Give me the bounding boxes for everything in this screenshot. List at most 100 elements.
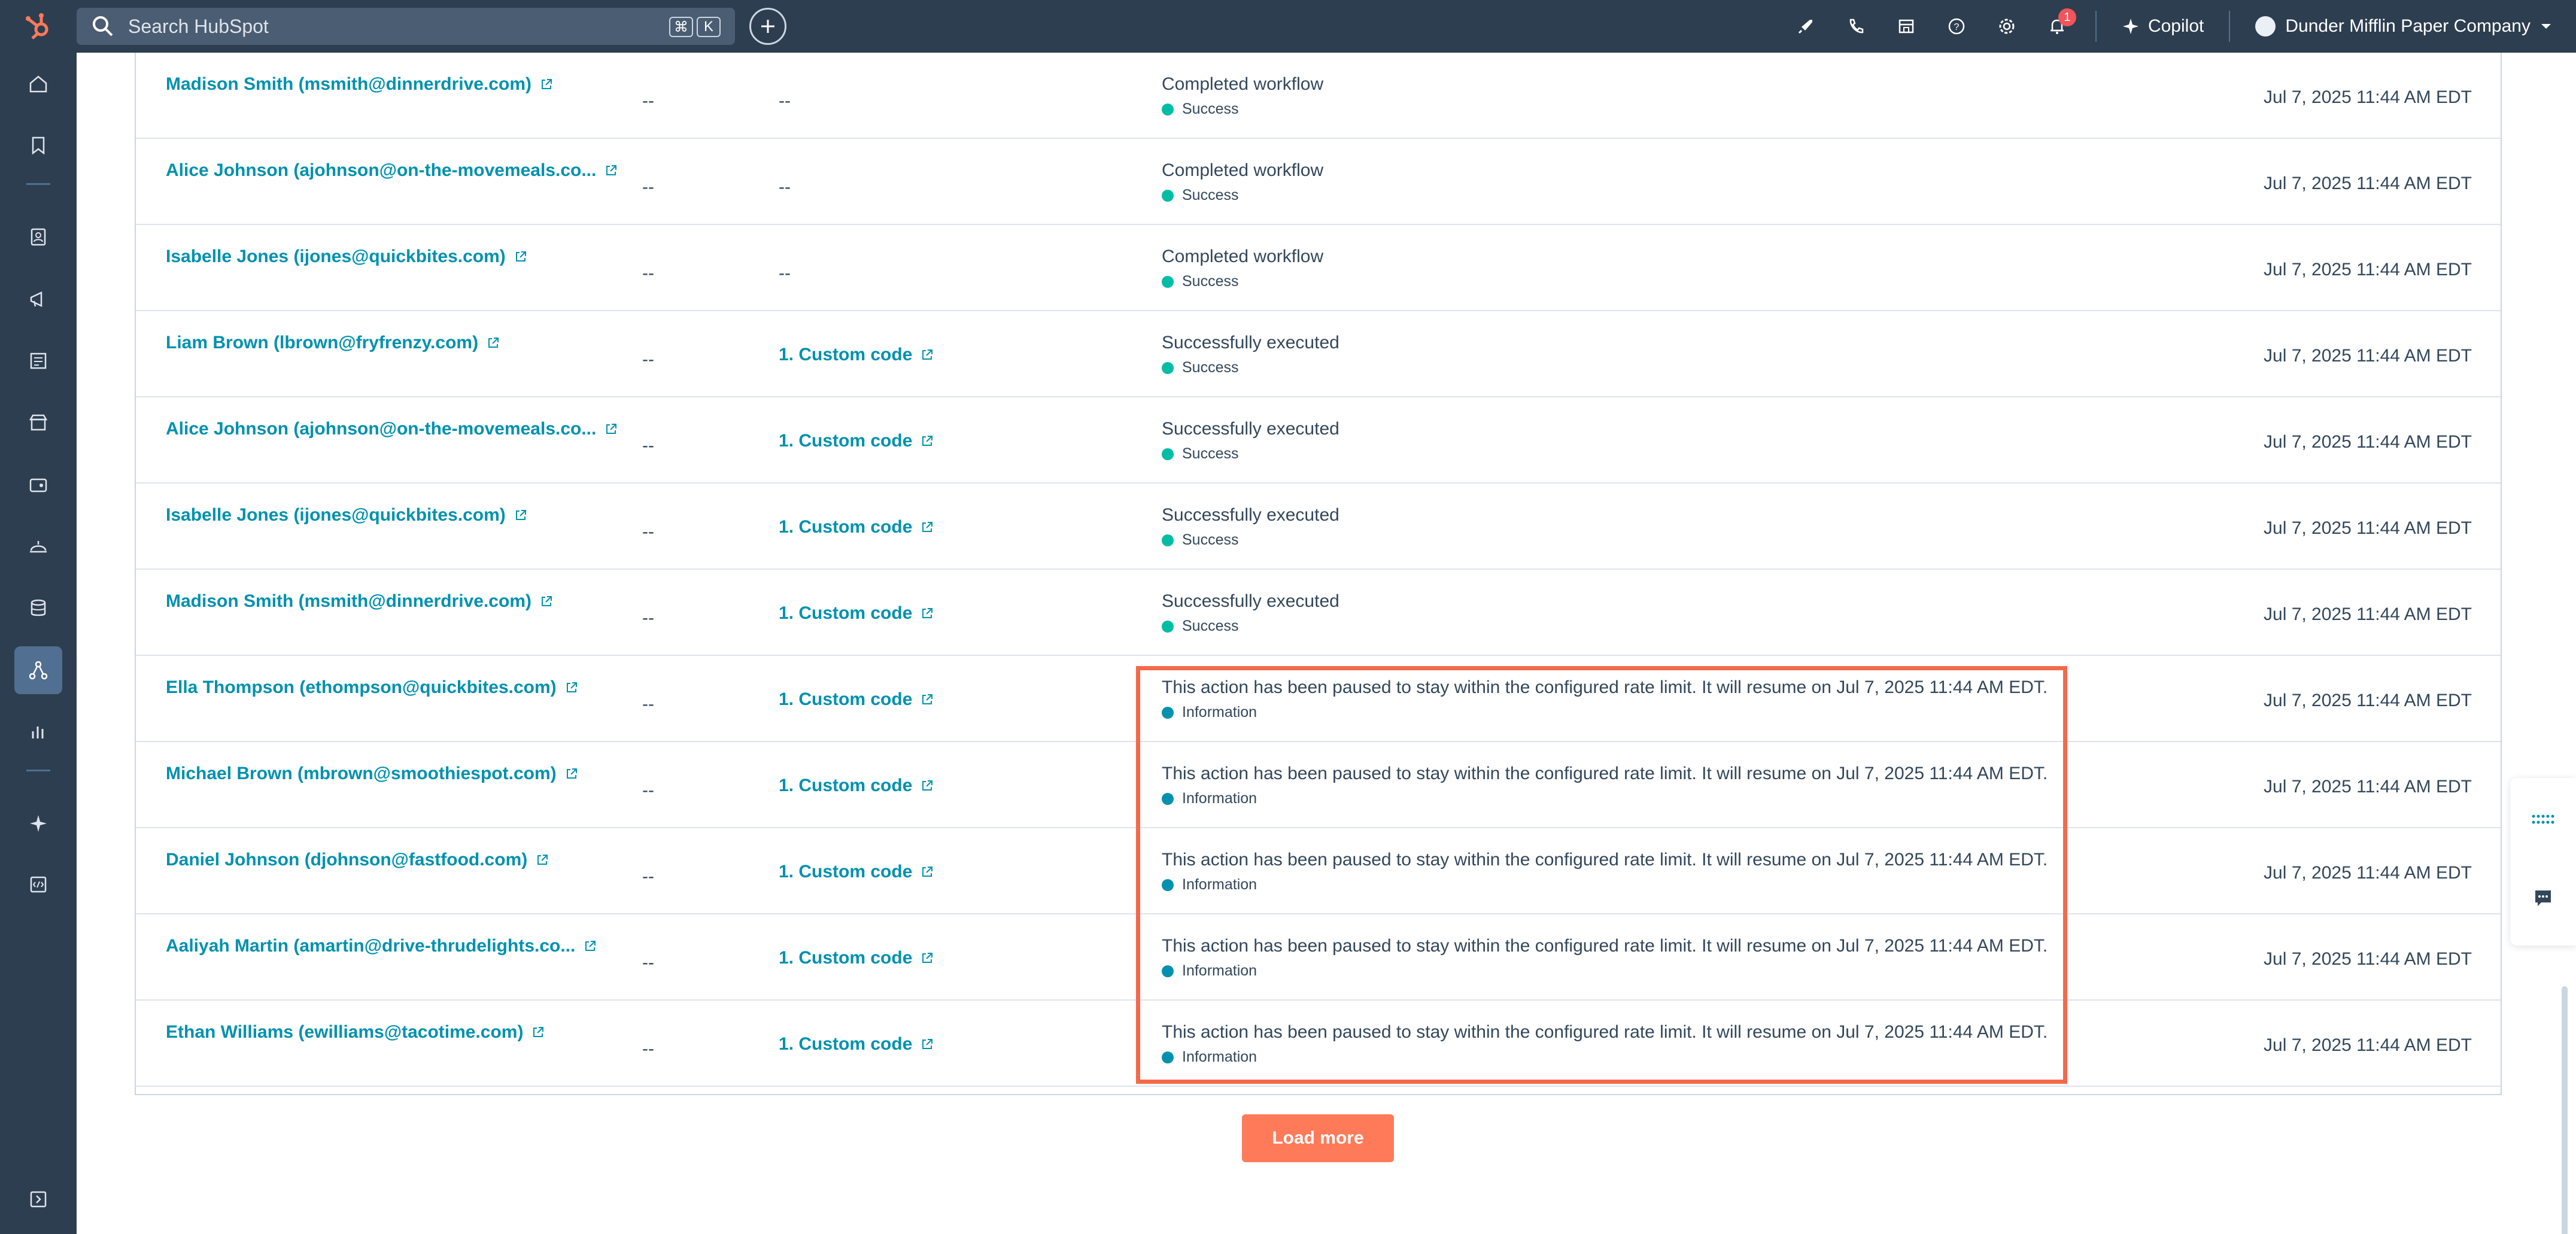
hubspot-logo-icon[interactable]: [0, 0, 77, 53]
contact-link[interactable]: Daniel Johnson (djohnson@fastfood.com): [166, 850, 549, 870]
contact-link[interactable]: Madison Smith (msmith@dinnerdrive.com): [166, 591, 553, 612]
sidebar-bookmarks[interactable]: [14, 121, 62, 169]
create-new-button[interactable]: [749, 8, 786, 45]
action-name: 1. Custom code: [779, 689, 913, 709]
sidebar-data-management[interactable]: [14, 584, 62, 632]
scrollbar[interactable]: [2562, 986, 2568, 1234]
search-shortcut: ⌘ K: [669, 17, 721, 37]
event-date: Jul 7, 2025 11:44 AM EDT: [2264, 691, 2472, 710]
status-label: Success: [1182, 101, 1239, 117]
sidebar-automation[interactable]: [14, 646, 62, 694]
help-button[interactable]: ?: [1931, 0, 1982, 53]
contact-link[interactable]: Ethan Williams (ewilliams@tacotime.com): [166, 1022, 545, 1042]
empty-cell: --: [642, 694, 654, 714]
upgrade-rocket-button[interactable]: [1781, 0, 1831, 53]
event-date: Jul 7, 2025 11:44 AM EDT: [2264, 604, 2472, 624]
sidebar-breeze[interactable]: [14, 800, 62, 847]
sidebar-sales[interactable]: [14, 461, 62, 509]
contact-link[interactable]: Madison Smith (msmith@dinnerdrive.com): [166, 74, 553, 95]
contact-link[interactable]: Alice Johnson (ajohnson@on-the-movemeals…: [166, 419, 618, 439]
action-link[interactable]: 1. Custom code: [779, 862, 934, 882]
marketplace-icon: [1898, 19, 1914, 34]
apps-button[interactable]: [2528, 804, 2558, 834]
sidebar-marketing[interactable]: [14, 275, 62, 323]
contact-link[interactable]: Liam Brown (lbrown@fryfrenzy.com): [166, 333, 500, 353]
event-message: This action has been paused to stay with…: [1162, 677, 2048, 697]
status-dot: [1162, 620, 1174, 633]
external-link-icon: [585, 941, 596, 951]
copilot-button[interactable]: Copilot: [2110, 16, 2216, 37]
status-badge: Success: [1162, 273, 1323, 290]
notifications-button[interactable]: 1: [2032, 0, 2082, 53]
contact-link[interactable]: Ella Thompson (ethompson@quickbites.com): [166, 677, 578, 698]
status-label: Information: [1182, 704, 1257, 721]
external-link-icon: [922, 953, 933, 963]
table-row: Liam Brown (lbrown@fryfrenzy.com) -- 1. Cu…: [136, 311, 2501, 397]
event-date: Jul 7, 2025 11:44 AM EDT: [2264, 863, 2472, 883]
search-bar[interactable]: Search HubSpot ⌘ K: [77, 8, 735, 45]
status-badge: Information: [1162, 1048, 2048, 1066]
action-link[interactable]: 1. Custom code: [779, 431, 934, 451]
action-name: 1. Custom code: [779, 431, 913, 451]
rocket-icon: [1798, 20, 1812, 34]
status-dot: [1162, 189, 1174, 202]
phone-icon: [1849, 19, 1864, 34]
action-cell: --: [779, 177, 791, 197]
empty-cell: --: [642, 780, 654, 800]
marketplace-button[interactable]: [1881, 0, 1931, 53]
action-name: 1. Custom code: [779, 948, 913, 968]
action-link[interactable]: 1. Custom code: [779, 689, 934, 710]
action-link[interactable]: 1. Custom code: [779, 517, 934, 537]
sidebar-home[interactable]: [14, 60, 62, 108]
action-link[interactable]: 1. Custom code: [779, 1034, 934, 1054]
event-date: Jul 7, 2025 11:44 AM EDT: [2264, 346, 2472, 366]
table-row: Isabelle Jones (ijones@quickbites.com) --…: [136, 225, 2501, 311]
contact-link[interactable]: Michael Brown (mbrown@smoothiespot.com): [166, 764, 578, 784]
table-row: Ella Thompson (ethompson@quickbites.com)…: [136, 656, 2501, 742]
action-link[interactable]: 1. Custom code: [779, 603, 934, 624]
development-icon: [30, 876, 47, 893]
sidebar-development[interactable]: [14, 861, 62, 908]
load-more-button[interactable]: Load more: [1242, 1114, 1394, 1162]
settings-button[interactable]: [1982, 0, 2032, 53]
empty-cell: --: [642, 1039, 654, 1059]
empty-cell: --: [642, 91, 654, 111]
sidebar-reporting[interactable]: [14, 708, 62, 756]
empty-cell: --: [642, 953, 654, 972]
service-icon: [30, 541, 47, 553]
action-logs-table: Madison Smith (msmith@dinnerdrive.com) --…: [135, 53, 2502, 1095]
event-message: Successfully executed: [1162, 591, 1339, 611]
chat-button[interactable]: [2528, 883, 2558, 913]
account-menu[interactable]: Dunder Mifflin Paper Company: [2243, 16, 2576, 37]
status-label: Success: [1182, 273, 1239, 290]
sidebar-crm[interactable]: [14, 213, 62, 261]
status-badge: Information: [1162, 790, 2048, 807]
contact-link[interactable]: Aaliyah Martin (amartin@drive-thrudeligh…: [166, 936, 597, 956]
event-result: This action has been paused to stay with…: [1162, 936, 2048, 980]
empty-cell: --: [642, 349, 654, 369]
contact-link[interactable]: Isabelle Jones (ijones@quickbites.com): [166, 505, 527, 525]
action-link[interactable]: 1. Custom code: [779, 948, 934, 968]
action-link[interactable]: 1. Custom code: [779, 345, 934, 365]
calling-button[interactable]: [1831, 0, 1881, 53]
event-result: Completed workflow Success: [1162, 247, 1323, 290]
search-placeholder: Search HubSpot: [128, 15, 269, 37]
sidebar-expand[interactable]: [14, 1175, 62, 1223]
contact-name: Aaliyah Martin (amartin@drive-thrudeligh…: [166, 936, 576, 956]
sidebar-service[interactable]: [14, 522, 62, 570]
contact-link[interactable]: Alice Johnson (ajohnson@on-the-movemeals…: [166, 160, 618, 181]
status-label: Success: [1182, 445, 1239, 462]
table-row: Daniel Johnson (djohnson@fastfood.com) --…: [136, 828, 2501, 914]
status-dot: [1162, 792, 1174, 805]
sidebar-divider: [26, 183, 50, 185]
contacts-icon: [31, 228, 46, 246]
sidebar-commerce[interactable]: [14, 399, 62, 446]
sidebar-content[interactable]: [14, 337, 62, 385]
contact-name: Madison Smith (msmith@dinnerdrive.com): [166, 74, 531, 94]
sidebar-divider: [26, 770, 50, 771]
contact-name: Liam Brown (lbrown@fryfrenzy.com): [166, 333, 479, 352]
contact-link[interactable]: Isabelle Jones (ijones@quickbites.com): [166, 247, 527, 267]
status-dot: [1162, 1051, 1174, 1063]
action-link[interactable]: 1. Custom code: [779, 776, 934, 796]
divider: [2095, 11, 2097, 42]
